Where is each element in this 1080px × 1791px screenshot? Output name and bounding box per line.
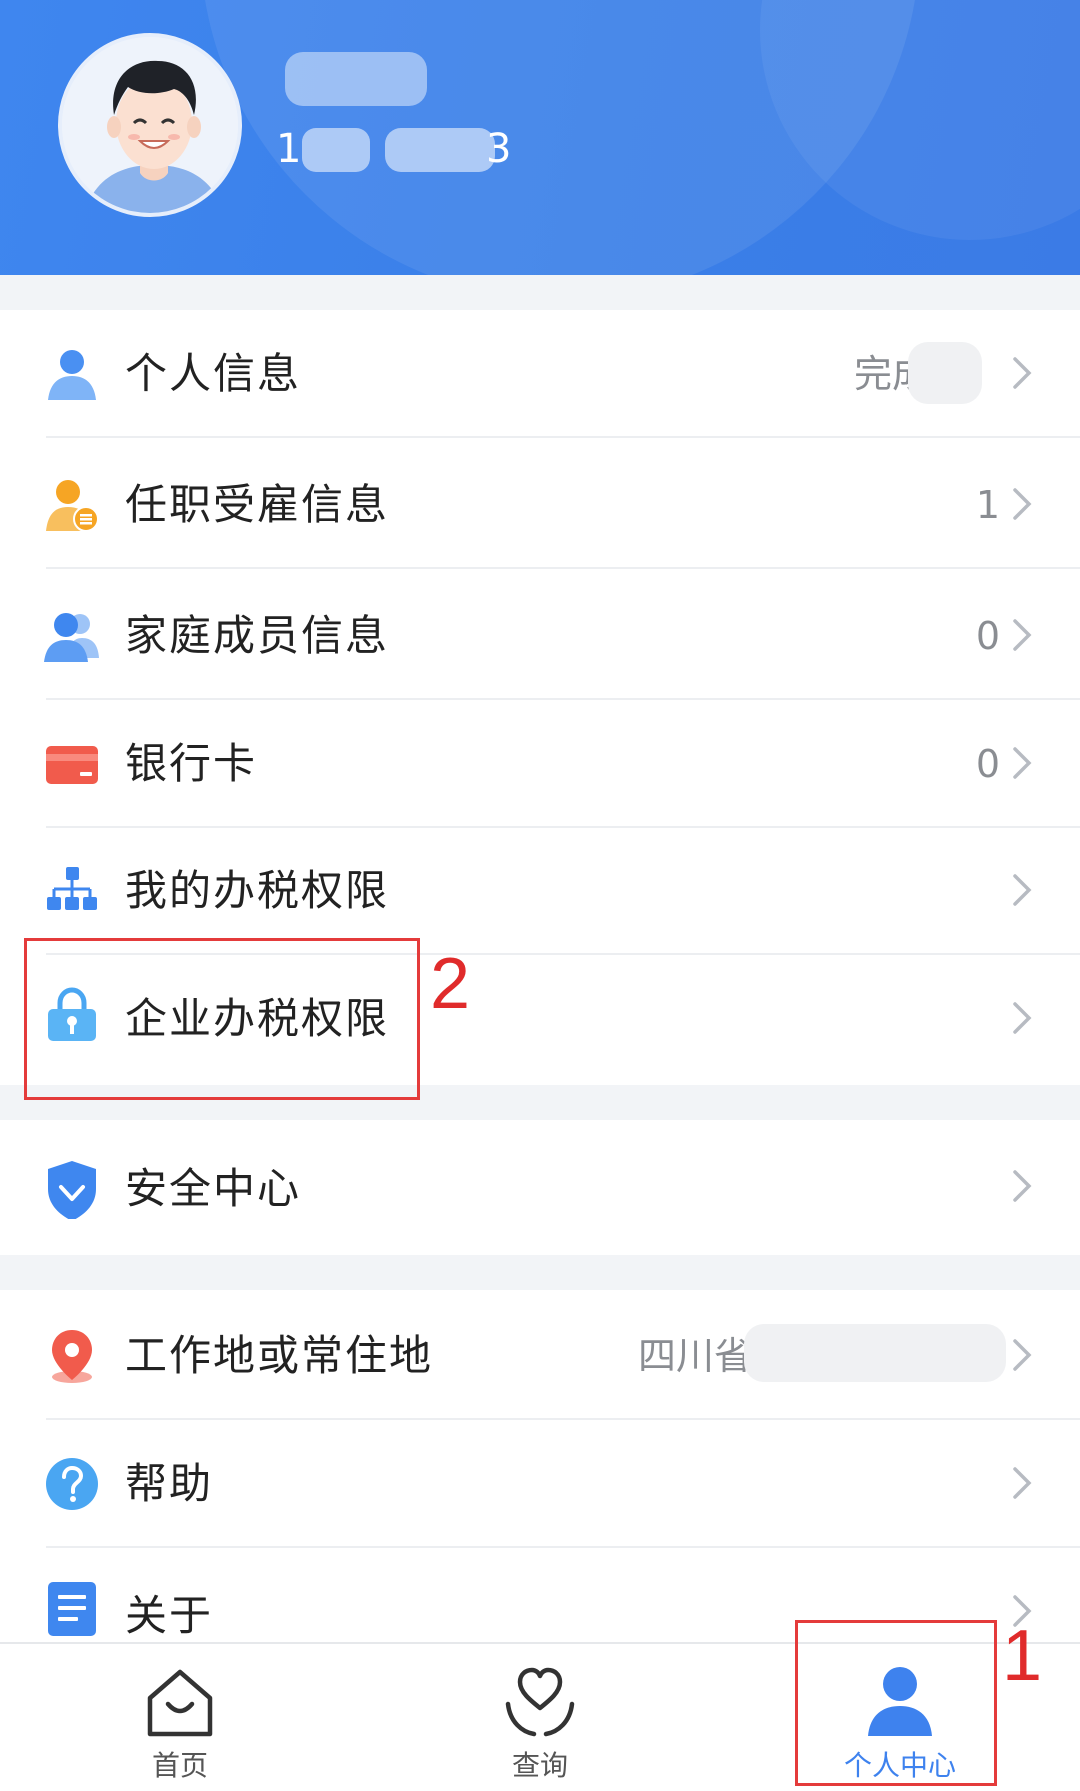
user-name [285, 52, 427, 106]
header-decoration [760, 0, 1080, 240]
heart-hands-icon [505, 1667, 575, 1737]
menu-label: 关于 [125, 1591, 214, 1640]
shield-icon [48, 1161, 96, 1219]
other-section: 工作地或常住地 四川省 帮助 关于 [0, 1290, 1080, 1642]
phone-prefix: 1 [276, 126, 304, 172]
menu-item-my-tax-permission[interactable]: 我的办税权限 [0, 827, 1080, 955]
annotation-box-1 [795, 1620, 997, 1786]
divider [46, 567, 1080, 569]
bank-card-icon [46, 746, 98, 784]
menu-label: 安全中心 [125, 1164, 302, 1213]
chevron-right-icon [1013, 747, 1032, 779]
document-icon [48, 1582, 96, 1636]
employment-count: 1 [975, 483, 1000, 527]
tab-label: 首页 [151, 1749, 208, 1782]
chevron-right-icon [1013, 1339, 1032, 1371]
menu-label: 工作地或常住地 [125, 1331, 434, 1380]
menu-label: 我的办税权限 [125, 866, 390, 915]
menu-item-personal-info[interactable]: 个人信息 完成 [0, 310, 1080, 438]
employee-icon [46, 480, 99, 532]
chevron-right-icon [1013, 357, 1032, 389]
location-pin-icon [52, 1330, 92, 1383]
menu-item-work-location[interactable]: 工作地或常住地 四川省 [0, 1290, 1080, 1420]
annotation-number-1: 1 [1002, 1616, 1043, 1696]
chevron-right-icon [1013, 619, 1032, 651]
chevron-right-icon [1013, 874, 1032, 906]
person-icon [48, 350, 96, 400]
org-chart-icon [47, 867, 97, 910]
security-section: 安全中心 [0, 1120, 1080, 1255]
menu-label: 帮助 [125, 1459, 214, 1508]
menu-label: 个人信息 [125, 349, 302, 398]
help-icon [46, 1458, 98, 1510]
menu-label: 家庭成员信息 [125, 611, 390, 660]
tab-home[interactable]: 首页 [0, 1644, 360, 1791]
phone-redaction [385, 128, 495, 172]
menu-item-employment-info[interactable]: 任职受雇信息 1 [0, 441, 1080, 569]
chevron-right-icon [1013, 488, 1032, 520]
phone-redaction [302, 128, 370, 172]
user-phone: 1 [276, 126, 303, 172]
family-icon [44, 613, 99, 662]
menu-item-family-info[interactable]: 家庭成员信息 0 [0, 572, 1080, 700]
redacted-value [744, 1324, 1006, 1382]
family-count: 0 [975, 614, 1000, 658]
annotation-number-2: 2 [430, 944, 471, 1024]
tab-query[interactable]: 查询 [360, 1644, 720, 1791]
bank-card-count: 0 [975, 742, 1000, 786]
location-value: 四川省 [638, 1334, 753, 1378]
chevron-right-icon [1013, 1002, 1032, 1034]
chevron-right-icon [1013, 1170, 1032, 1202]
menu-item-help[interactable]: 帮助 [0, 1420, 1080, 1548]
phone-suffix: 3 [486, 126, 512, 172]
home-icon [147, 1669, 213, 1737]
avatar[interactable] [58, 33, 242, 217]
avatar-illustration [62, 37, 238, 213]
menu-label: 银行卡 [125, 739, 258, 788]
divider [46, 436, 1080, 438]
menu-item-security-center[interactable]: 安全中心 [0, 1123, 1080, 1251]
tab-label: 查询 [511, 1749, 568, 1782]
menu-item-bank-card[interactable]: 银行卡 0 [0, 700, 1080, 828]
annotation-box-2 [24, 938, 420, 1100]
redacted-value [908, 342, 982, 404]
chevron-right-icon [1013, 1467, 1032, 1499]
menu-label: 任职受雇信息 [125, 480, 390, 529]
profile-header: 1 3 [0, 0, 1080, 275]
